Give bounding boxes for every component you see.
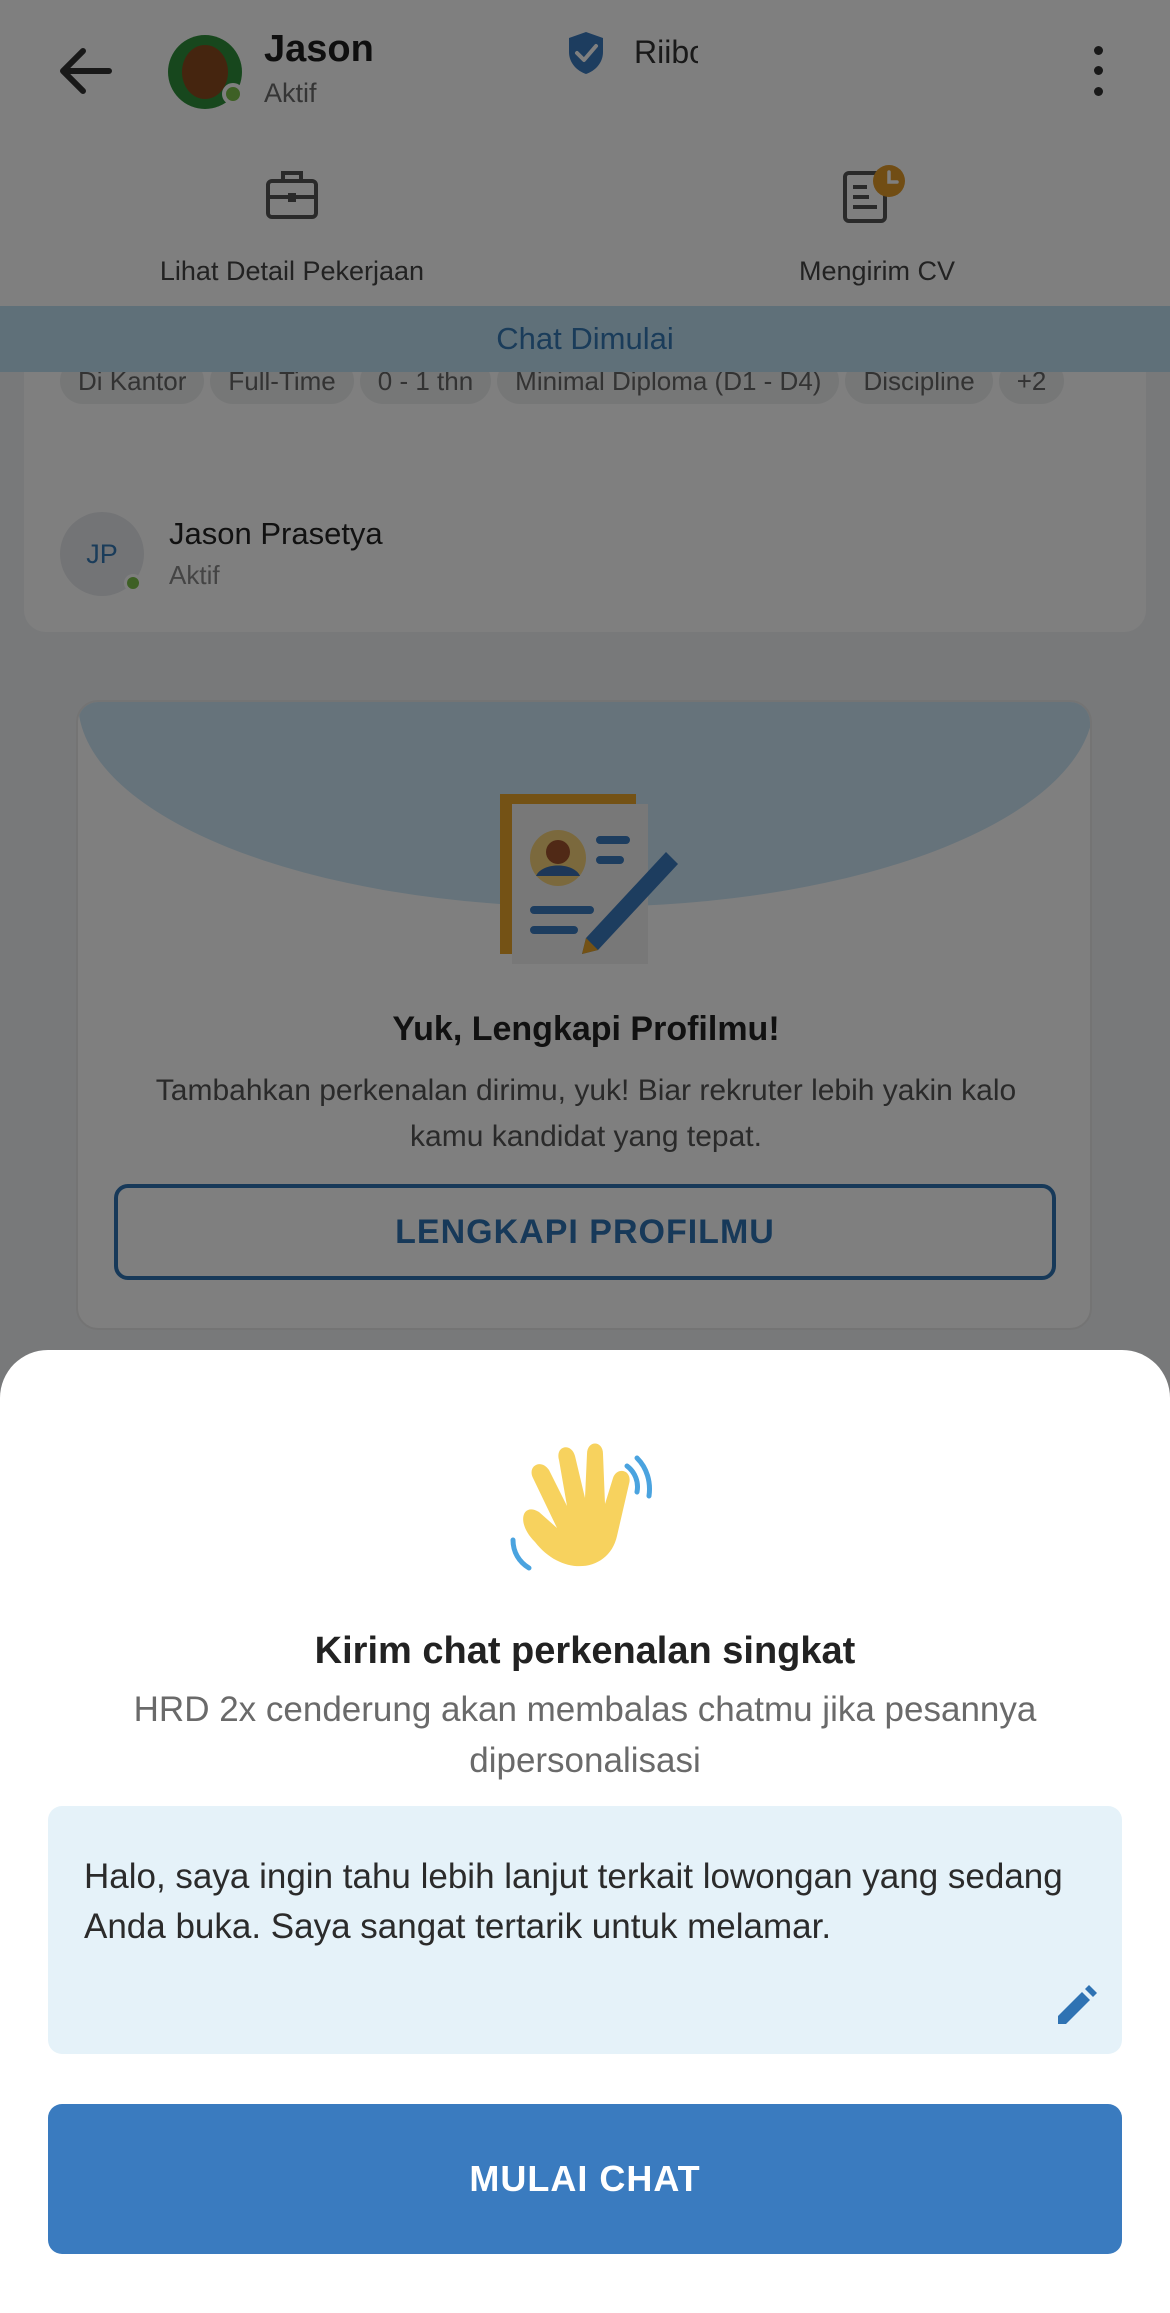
intro-message-field[interactable]: Halo, saya ingin tahu lebih lanjut terka… bbox=[48, 1806, 1122, 2054]
pencil-icon bbox=[1058, 1985, 1097, 2024]
sheet-title: Kirim chat perkenalan singkat bbox=[314, 1630, 856, 1672]
intro-message-text[interactable]: Halo, saya ingin tahu lebih lanjut terka… bbox=[84, 1852, 1064, 1952]
start-chat-button[interactable]: MULAI CHAT bbox=[48, 2104, 1122, 2254]
intro-chat-sheet: Kirim chat perkenalan singkat HRD 2x cen… bbox=[0, 1350, 1170, 2313]
waving-hand-icon bbox=[510, 1443, 652, 1571]
edit-message-button[interactable] bbox=[1046, 1976, 1106, 2036]
sheet-subtitle: HRD 2x cenderung akan membalas chatmu ji… bbox=[133, 1690, 1037, 1780]
